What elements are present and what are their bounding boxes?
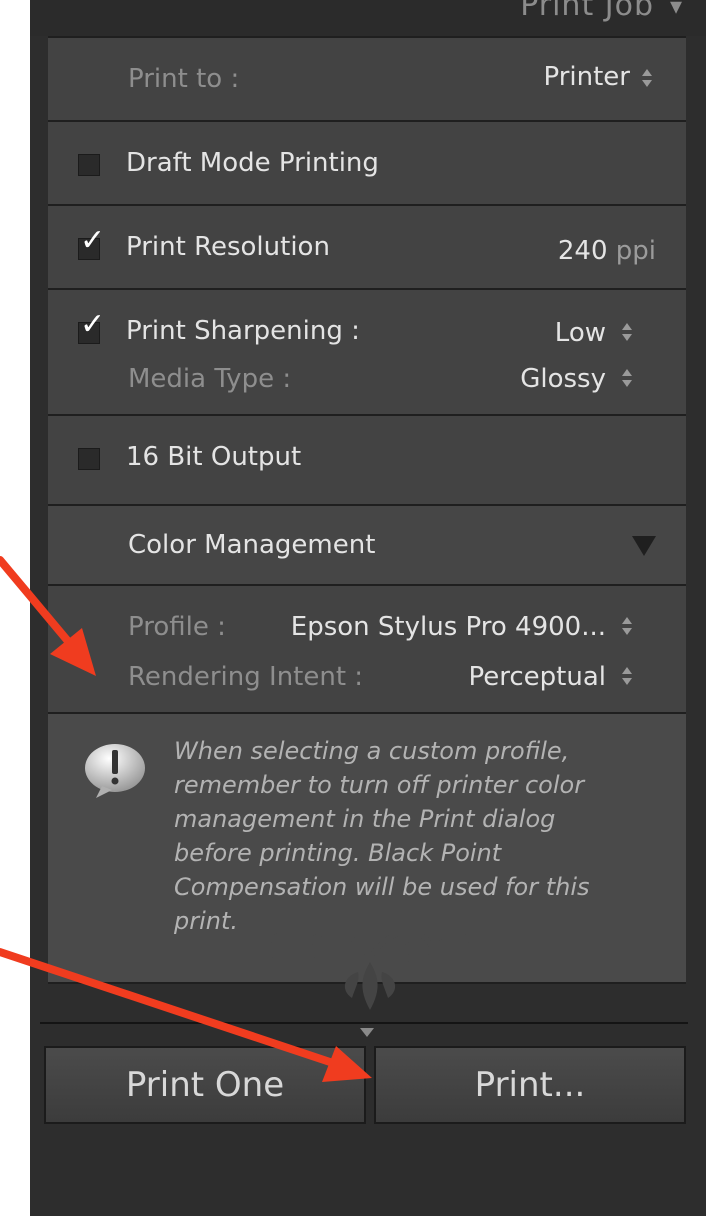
collapse-caret-icon[interactable]: ▾	[670, 0, 682, 20]
draft-mode-row: Draft Mode Printing	[48, 120, 686, 204]
warning-line: remember to turn off printer color	[174, 771, 585, 799]
stepper-icon[interactable]	[640, 68, 654, 90]
resolution-unit: ppi	[615, 236, 656, 266]
stepper-icon[interactable]	[620, 322, 634, 344]
ornament-icon	[263, 929, 477, 1010]
draft-mode-checkbox[interactable]	[78, 154, 100, 176]
panel-title: Print Job	[520, 0, 654, 23]
warning-line: management in the Print dialog	[174, 805, 556, 833]
print-sharpening-row: ✓ Print Sharpening : Low Media Type : Gl…	[48, 288, 686, 414]
print-one-button[interactable]: Print One	[44, 1046, 366, 1124]
media-type-select[interactable]: Glossy	[520, 364, 606, 394]
print-sharpening-select[interactable]: Low	[555, 318, 606, 348]
stepper-icon[interactable]	[620, 666, 634, 688]
checkmark-icon: ✓	[80, 307, 106, 342]
checkmark-icon: ✓	[80, 223, 106, 258]
color-management-header[interactable]: Color Management	[48, 504, 686, 584]
resolution-number: 240	[557, 236, 608, 266]
panel-header[interactable]: Print Job ▾	[30, 0, 706, 36]
warning-line: When selecting a custom profile,	[174, 737, 570, 765]
print-resolution-value[interactable]: 240 ppi	[558, 236, 656, 266]
divider	[40, 1022, 688, 1024]
media-type-label: Media Type :	[128, 364, 292, 394]
bit-output-label: 16 Bit Output	[126, 442, 302, 472]
warning-line: Compensation will be used for this	[174, 873, 590, 901]
page: Print Job ▾ Print to : Printer Draft Mod…	[0, 0, 706, 1216]
print-button[interactable]: Print...	[374, 1046, 686, 1124]
rendering-intent-select[interactable]: Perceptual	[469, 662, 607, 692]
draft-mode-label: Draft Mode Printing	[126, 148, 379, 178]
warning-line: print.	[174, 907, 239, 935]
profile-select[interactable]: Epson Stylus Pro 4900...	[291, 612, 606, 642]
alert-bubble-icon	[85, 744, 145, 798]
color-management-settings: Profile : Epson Stylus Pro 4900... Rende…	[48, 584, 686, 712]
disclosure-triangle-icon[interactable]	[632, 536, 656, 556]
stepper-icon[interactable]	[620, 616, 634, 638]
rendering-intent-label: Rendering Intent :	[128, 662, 364, 692]
print-sharpening-label: Print Sharpening :	[126, 316, 360, 346]
bit-output-row: 16 Bit Output	[48, 414, 686, 504]
print-to-label: Print to :	[128, 64, 240, 94]
print-to-select[interactable]: Printer	[544, 62, 631, 92]
warning-line: before printing. Black Point	[174, 839, 502, 867]
caret-down-icon[interactable]	[360, 1028, 374, 1037]
profile-label: Profile :	[128, 612, 226, 642]
bit-output-checkbox[interactable]	[78, 448, 100, 470]
print-to-row: Print to : Printer	[48, 36, 686, 120]
print-resolution-row: ✓ Print Resolution 240 ppi	[48, 204, 686, 288]
print-resolution-label: Print Resolution	[126, 232, 330, 262]
color-management-title: Color Management	[128, 530, 376, 560]
stepper-icon[interactable]	[620, 368, 634, 390]
